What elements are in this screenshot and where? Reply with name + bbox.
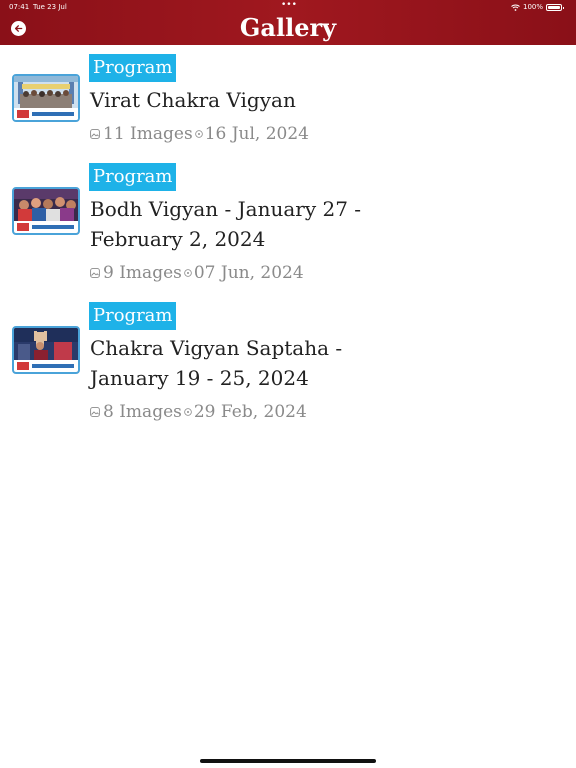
gallery-thumbnail[interactable] bbox=[12, 187, 80, 235]
wifi-icon bbox=[511, 4, 520, 11]
category-tag: Program bbox=[89, 54, 177, 82]
gallery-item[interactable]: Program Virat Chakra Vigyan 11 Images 16… bbox=[0, 50, 576, 150]
multitasking-dots[interactable]: ••• bbox=[281, 0, 297, 10]
image-icon bbox=[90, 129, 100, 139]
item-title[interactable]: Virat Chakra Vigyan bbox=[90, 85, 390, 115]
item-meta: 8 Images 29 Feb, 2024 bbox=[90, 400, 307, 424]
image-count: 9 Images bbox=[103, 263, 182, 283]
battery-icon bbox=[546, 3, 564, 11]
status-indicators: 100% bbox=[511, 3, 564, 11]
image-count: 11 Images bbox=[103, 124, 193, 144]
clock-icon bbox=[184, 408, 192, 416]
item-date: 29 Feb, 2024 bbox=[193, 402, 307, 422]
gallery-item[interactable]: Program Chakra Vigyan Saptaha - January … bbox=[0, 290, 576, 430]
category-tag: Program bbox=[89, 302, 177, 330]
battery-percent: 100% bbox=[522, 3, 543, 11]
item-title[interactable]: Bodh Vigyan - January 27 - February 2, 2… bbox=[90, 194, 390, 254]
image-icon bbox=[90, 268, 100, 278]
status-time: 07:41 bbox=[9, 3, 30, 11]
gallery-thumbnail[interactable] bbox=[12, 326, 80, 374]
image-count: 8 Images bbox=[103, 402, 182, 422]
clock-icon bbox=[184, 269, 192, 277]
gallery-item[interactable]: Program Bodh Vigyan - January 27 - Febru… bbox=[0, 150, 576, 290]
item-date: 16 Jul, 2024 bbox=[204, 124, 309, 144]
item-title[interactable]: Chakra Vigyan Saptaha - January 19 - 25,… bbox=[90, 333, 390, 393]
item-date: 07 Jun, 2024 bbox=[193, 263, 304, 283]
image-icon bbox=[90, 407, 100, 417]
gallery-list: Program Virat Chakra Vigyan 11 Images 16… bbox=[0, 50, 576, 430]
item-meta: 11 Images 16 Jul, 2024 bbox=[90, 122, 309, 146]
item-meta: 9 Images 07 Jun, 2024 bbox=[90, 261, 304, 285]
app-header: 07:41 Tue 23 Jul ••• 100% Gallery bbox=[0, 0, 576, 45]
page-title: Gallery bbox=[239, 13, 337, 42]
category-tag: Program bbox=[89, 163, 177, 191]
status-date: Tue 23 Jul bbox=[33, 3, 67, 11]
gallery-thumbnail[interactable] bbox=[12, 74, 80, 122]
home-indicator[interactable] bbox=[200, 759, 376, 763]
clock-icon bbox=[194, 130, 203, 138]
